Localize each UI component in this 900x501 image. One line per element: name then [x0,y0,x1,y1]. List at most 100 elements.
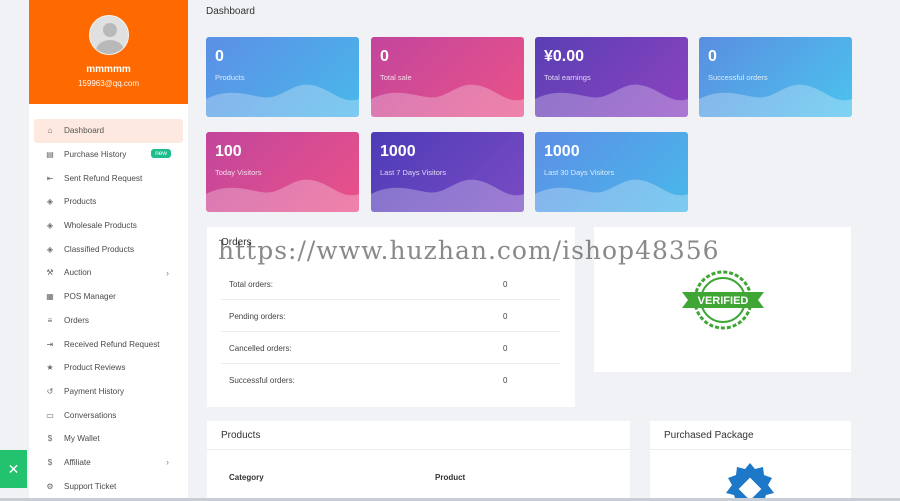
sidebar-item-wholesale-products[interactable]: ◈ Wholesale Products [34,214,183,238]
diamond-icon: ◈ [46,244,54,254]
sidebar-item-label: Purchase History [64,150,127,160]
pos-icon: ▦ [46,292,54,302]
stat-value: 0 [215,48,224,65]
stat-card-products: 0 Products [206,37,359,117]
orders-row-pending: Pending orders: 0 [221,300,560,332]
divider [650,449,851,450]
sidebar-item-label: Dashboard [64,126,105,136]
stat-value: 1000 [380,143,416,160]
history-icon: ↺ [46,386,54,396]
stat-card-successful-orders: 0 Successful orders [699,37,852,117]
stat-card-total-sale: 0 Total sale [371,37,524,117]
diamond-icon: ◈ [46,197,54,207]
wave-decoration [371,84,524,117]
stat-card-total-earnings: ¥0.00 Total earnings [535,37,688,117]
wave-decoration [699,84,852,117]
orders-row-label: Successful orders: [229,376,295,385]
dollar-icon: $ [47,434,53,444]
profile-card: mmmmm 159963@qq.com [29,0,188,104]
refund-received-icon: ⇥ [46,339,54,349]
sidebar-item-pos-manager[interactable]: ▦ POS Manager [34,285,183,309]
sidebar-item-label: My Wallet [64,434,100,444]
wave-decoration [206,179,359,212]
sidebar-item-label: POS Manager [64,292,116,302]
chevron-right-icon[interactable]: › [166,457,169,467]
orders-row-value: 0 [503,280,508,289]
orders-row-label: Pending orders: [229,312,286,321]
verified-seal-icon: VERIFIED [682,270,764,330]
sidebar-item-support-ticket[interactable]: ⚙ Support Ticket [34,474,183,498]
products-title: Products [221,430,261,441]
list-icon: ≡ [47,315,53,325]
sidebar-item-my-wallet[interactable]: $ My Wallet [34,427,183,451]
chevron-right-icon[interactable]: › [166,268,169,278]
orders-row-value: 0 [503,376,508,385]
sidebar-item-purchase-history[interactable]: ▤ Purchase History new [34,143,183,167]
stat-value: ¥0.00 [544,48,585,65]
close-button[interactable]: ✕ [0,450,27,488]
user-email: 159963@qq.com [77,79,140,88]
ticket-icon: ⚙ [46,481,54,491]
home-icon: ⌂ [47,126,53,136]
orders-row-total: Total orders: 0 [221,268,560,300]
sidebar-item-label: Conversations [64,410,117,420]
chat-icon: ▭ [46,410,54,420]
sidebar-item-label: Sent Refund Request [64,173,143,183]
sidebar-item-dashboard[interactable]: ⌂ Dashboard [34,119,183,143]
sidebar-item-label: Classified Products [64,244,135,254]
page-title: Dashboard [206,6,255,17]
stat-value: 100 [215,143,242,160]
new-badge: new [151,148,171,158]
stat-value: 1000 [544,143,580,160]
column-header-product: Product [435,473,466,482]
wave-decoration [206,84,359,117]
sidebar-item-classified-products[interactable]: ◈ Classified Products [34,237,183,261]
sidebar-item-label: Received Refund Request [64,339,160,349]
stat-value: 0 [708,48,717,65]
sidebar: mmmmm 159963@qq.com ⌂ Dashboard ▤ Purchase … [29,0,188,501]
sidebar-item-label: Products [64,197,97,207]
wave-decoration [371,179,524,212]
sidebar-item-affiliate[interactable]: $ Affiliate › [34,451,183,475]
sidebar-item-label: Affiliate [64,457,91,467]
verified-badge-text: VERIFIED [698,295,749,307]
package-title: Purchased Package [664,430,754,441]
stat-card-today-visitors: 100 Today Visitors [206,132,359,212]
stat-card-30-day-visitors: 1000 Last 30 Days Visitors [535,132,688,212]
sidebar-item-sent-refund-request[interactable]: ⇤ Sent Refund Request [34,166,183,190]
avatar[interactable] [88,15,129,55]
sidebar-item-payment-history[interactable]: ↺ Payment History [34,380,183,404]
user-name: mmmmm [86,64,131,75]
star-icon: ★ [46,363,54,373]
sidebar-menu: ⌂ Dashboard ▤ Purchase History new ⇤ Sent Refu… [29,104,188,498]
sidebar-item-orders[interactable]: ≡ Orders [34,309,183,333]
sidebar-item-label: Wholesale Products [64,221,137,231]
orders-row-label: Total orders: [229,280,274,289]
sidebar-item-label: Auction [64,268,92,278]
orders-row-successful: Successful orders: 0 [221,364,560,396]
stat-card-7-day-visitors: 1000 Last 7 Days Visitors [371,132,524,212]
diamond-icon: ◈ [46,221,54,231]
sidebar-item-auction[interactable]: ⚒ Auction › [34,261,183,285]
sidebar-item-products[interactable]: ◈ Products [34,190,183,214]
wave-decoration [535,84,688,117]
column-header-category: Category [229,473,264,482]
wave-decoration [535,179,688,212]
orders-row-cancelled: Cancelled orders: 0 [221,332,560,364]
sidebar-item-label: Orders [64,315,90,325]
sidebar-item-received-refund-request[interactable]: ⇥ Received Refund Request [34,332,183,356]
products-panel: Products Category Product [207,421,630,501]
refund-icon: ⇤ [46,173,54,183]
sidebar-item-label: Payment History [64,386,125,396]
orders-row-value: 0 [503,312,508,321]
sidebar-item-conversations[interactable]: ▭ Conversations [34,403,183,427]
divider [207,449,630,450]
sidebar-item-product-reviews[interactable]: ★ Product Reviews [34,356,183,380]
dollar-icon: $ [47,457,53,467]
package-badge-icon [726,463,774,501]
orders-row-value: 0 [503,344,508,353]
sidebar-item-label: Support Ticket [64,481,117,491]
close-icon: ✕ [7,460,20,477]
watermark: https://www.huzhan.com/ishop48356 [218,236,720,265]
stat-value: 0 [380,48,389,65]
